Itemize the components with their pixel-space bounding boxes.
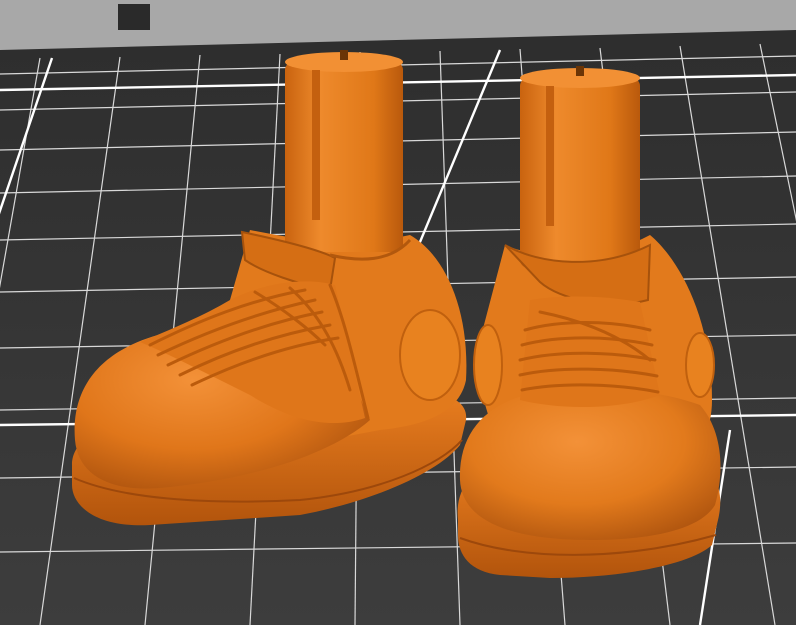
3d-viewport[interactable] bbox=[0, 0, 796, 625]
right-shoe-leg-cylinder bbox=[520, 78, 640, 268]
left-shoe-leg-cylinder bbox=[285, 62, 403, 252]
right-shoe-ankle-disc bbox=[685, 332, 715, 398]
scene-canvas[interactable] bbox=[0, 0, 796, 625]
gantry-dark-block bbox=[118, 4, 150, 30]
right-shoe-toe bbox=[459, 388, 721, 540]
left-shoe-ankle-disc bbox=[399, 309, 461, 401]
